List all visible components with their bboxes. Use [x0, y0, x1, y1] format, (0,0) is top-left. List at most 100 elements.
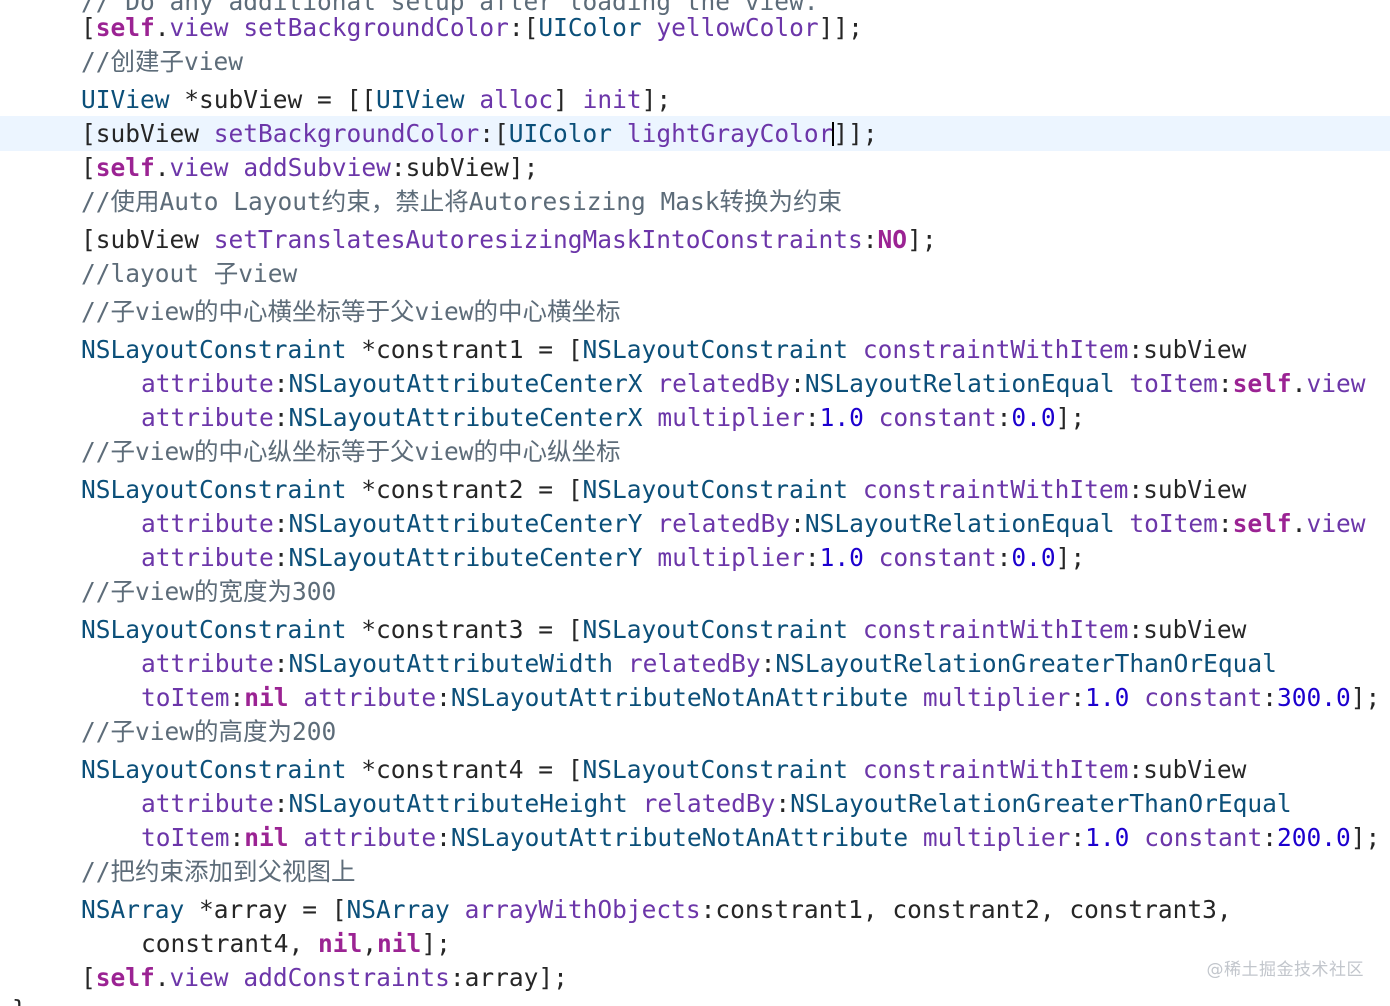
code-text: :	[804, 403, 820, 432]
code-text: :	[273, 543, 289, 572]
code-line-content: }	[12, 992, 27, 1006]
code-line[interactable]: [self.view setBackgroundColor:[UIColor y…	[0, 10, 1390, 45]
code-line[interactable]: attribute:NSLayoutAttributeHeight relate…	[0, 786, 1390, 821]
code-text: *constrant4 = [	[346, 755, 583, 784]
code-line[interactable]: toItem:nil attribute:NSLayoutAttributeNo…	[0, 680, 1390, 715]
code-text: [	[81, 153, 96, 182]
method-name: constant	[1144, 823, 1263, 852]
code-text: ]];	[818, 13, 863, 42]
method-name: attribute	[141, 543, 274, 572]
code-line[interactable]: //子view的中心纵坐标等于父view的中心纵坐标	[0, 434, 1390, 469]
code-text: :	[996, 543, 1012, 572]
method-name: relatedBy	[657, 369, 791, 398]
type-name: NSLayoutConstraint	[81, 615, 347, 644]
method-name: attribute	[303, 823, 437, 852]
code-line-current[interactable]: [subView setBackgroundColor:[UIColor lig…	[0, 116, 1390, 151]
comment-text: //子view的高度为200	[81, 717, 337, 746]
code-text: :	[273, 509, 289, 538]
code-line[interactable]: NSLayoutConstraint *constrant1 = [NSLayo…	[0, 332, 1390, 367]
method-name: addConstraints	[243, 963, 450, 992]
type-name: NSLayoutRelationGreaterThanOrEqual	[790, 789, 1292, 818]
code-line[interactable]: //使用Auto Layout约束，禁止将Autoresizing Mask转换…	[0, 184, 1390, 219]
code-line-content: //子view的中心纵坐标等于父view的中心纵坐标	[81, 434, 621, 469]
code-text: .	[1291, 369, 1307, 398]
code-line[interactable]: //子view的宽度为300	[0, 574, 1390, 609]
method-name: attribute	[303, 683, 437, 712]
type-name: UIView	[81, 85, 170, 114]
code-line[interactable]: }	[0, 992, 1390, 1006]
type-name: NSLayoutAttributeWidth	[288, 649, 614, 678]
code-text: ]	[553, 85, 583, 114]
code-line-content: attribute:NSLayoutAttributeWidth related…	[141, 646, 1277, 681]
code-line-content: toItem:nil attribute:NSLayoutAttributeNo…	[141, 820, 1380, 855]
code-line[interactable]: //把约束添加到父视图上	[0, 854, 1390, 889]
code-line[interactable]: NSArray *array = [NSArray arrayWithObjec…	[0, 892, 1390, 927]
code-line[interactable]: [self.view addSubview:subView];	[0, 150, 1390, 185]
keyword: self	[95, 153, 155, 182]
code-line[interactable]: //layout 子view	[0, 256, 1390, 291]
code-text: ,	[362, 929, 378, 958]
type-name: UIColor	[538, 13, 642, 42]
code-line[interactable]: attribute:NSLayoutAttributeWidth related…	[0, 646, 1390, 681]
code-text: :	[804, 543, 820, 572]
type-name: UIView	[376, 85, 465, 114]
keyword: self	[1232, 369, 1292, 398]
code-text: constrant4,	[141, 929, 319, 958]
code-line[interactable]: [subView setTranslatesAutoresizingMaskIn…	[0, 222, 1390, 257]
method-name: multiplier	[657, 543, 805, 572]
code-text: *constrant3 = [	[346, 615, 583, 644]
code-line-content: NSLayoutConstraint *constrant1 = [NSLayo…	[81, 332, 1246, 367]
code-line[interactable]: //子view的高度为200	[0, 714, 1390, 749]
method-name: attribute	[141, 649, 274, 678]
method-name: lightGrayColor	[626, 119, 834, 148]
code-line[interactable]: NSLayoutConstraint *constrant4 = [NSLayo…	[0, 752, 1390, 787]
code-line[interactable]: NSLayoutConstraint *constrant3 = [NSLayo…	[0, 612, 1390, 647]
code-line[interactable]: constrant4, nil,nil];	[0, 926, 1390, 961]
code-text: :array];	[449, 963, 568, 992]
code-line[interactable]: [self.view addConstraints:array];	[0, 960, 1390, 995]
method-name: toItem	[1129, 509, 1218, 538]
code-line[interactable]: attribute:NSLayoutAttributeCenterX relat…	[0, 366, 1390, 401]
type-name: NSLayoutConstraint	[582, 615, 849, 644]
code-line[interactable]: toItem:nil attribute:NSLayoutAttributeNo…	[0, 820, 1390, 855]
code-line-content: //使用Auto Layout约束，禁止将Autoresizing Mask转换…	[81, 184, 842, 219]
code-line-content: [subView setTranslatesAutoresizingMaskIn…	[81, 222, 937, 257]
method-name: relatedBy	[642, 789, 776, 818]
type-name: NSLayoutAttributeCenterY	[288, 509, 643, 538]
code-line[interactable]: //子view的中心横坐标等于父view的中心横坐标	[0, 294, 1390, 329]
code-line[interactable]: attribute:NSLayoutAttributeCenterY relat…	[0, 506, 1390, 541]
code-line[interactable]: attribute:NSLayoutAttributeCenterY multi…	[0, 540, 1390, 575]
method-name: view	[169, 153, 229, 182]
code-editor[interactable]: // Do any additional setup after loading…	[0, 0, 1390, 1006]
code-text: :subView];	[390, 153, 539, 182]
code-line[interactable]: //创建子view	[0, 44, 1390, 79]
code-line[interactable]: UIView *subView = [[UIView alloc] init];	[0, 82, 1390, 117]
method-name: view	[169, 963, 229, 992]
code-text: :[	[479, 119, 509, 148]
code-line-content: //子view的高度为200	[81, 714, 336, 749]
code-line[interactable]: NSLayoutConstraint *constrant2 = [NSLayo…	[0, 472, 1390, 507]
code-text: :	[1070, 823, 1086, 852]
code-line-content: attribute:NSLayoutAttributeCenterX multi…	[141, 400, 1085, 435]
type-name: NSLayoutConstraint	[81, 755, 347, 784]
code-line-content: NSLayoutConstraint *constrant4 = [NSLayo…	[81, 752, 1246, 787]
code-line[interactable]: attribute:NSLayoutAttributeCenterX multi…	[0, 400, 1390, 435]
method-name: constant	[878, 543, 997, 572]
type-name: NSArray	[81, 895, 185, 924]
code-line-content: //把约束添加到父视图上	[81, 854, 356, 889]
number-literal: 1.0	[819, 403, 864, 432]
code-line-content: //layout 子view	[81, 256, 297, 291]
type-name: NSArray	[346, 895, 450, 924]
